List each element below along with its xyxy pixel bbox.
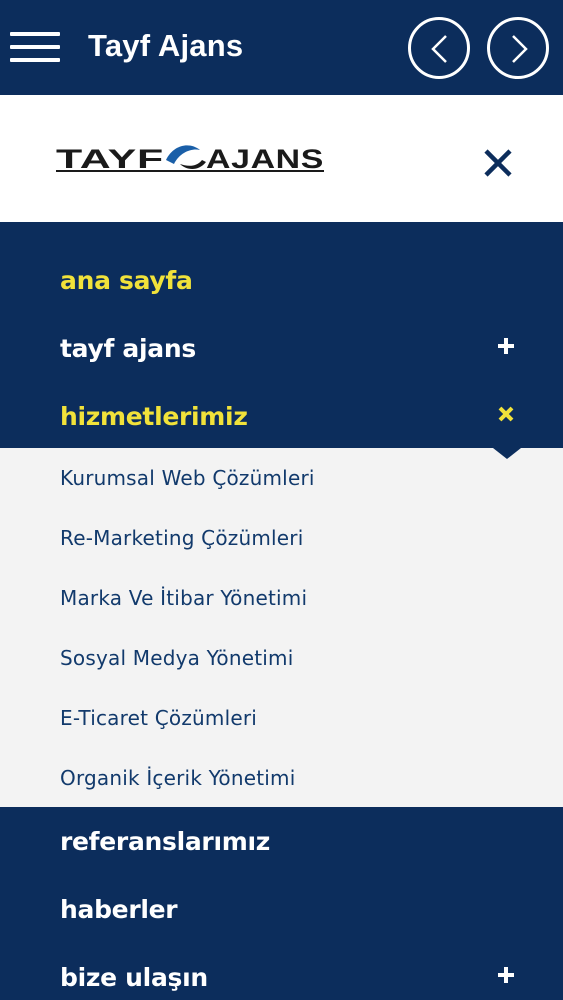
svg-text:AJANS: AJANS [206,144,324,174]
menu-item-bize-ulasin[interactable]: bize ulaşın [0,943,563,1000]
next-button[interactable] [487,17,549,79]
plus-icon[interactable] [496,336,516,356]
chevron-right-icon [512,35,528,63]
tayf-ajans-logo[interactable]: TAYF AJANS [56,140,326,178]
prev-button[interactable] [408,17,470,79]
submenu-hizmetlerimiz: Kurumsal Web Çözümleri Re-Marketing Çözü… [0,448,563,807]
menu-item-label: hizmetlerimiz [60,402,248,431]
menu-item-label: bize ulaşın [60,963,208,992]
menu-item-referanslarimiz[interactable]: referanslarımız [0,807,563,875]
submenu-item[interactable]: Kurumsal Web Çözümleri [60,466,315,490]
menu-item-label: referanslarımız [60,827,271,856]
menu-item-label: haberler [60,895,178,924]
plus-icon[interactable] [496,965,516,985]
submenu-item[interactable]: Marka Ve İtibar Yönetimi [60,586,307,610]
chevron-left-icon [431,35,447,63]
menu-item-ana-sayfa[interactable]: ana sayfa [0,246,563,314]
close-icon[interactable] [482,147,514,179]
app-title: Tayf Ajans [88,28,244,63]
menu-item-label: ana sayfa [60,266,193,295]
drawer-header: TAYF AJANS [0,95,563,222]
submenu-pointer [493,448,521,459]
svg-text:TAYF: TAYF [56,144,164,174]
submenu-item[interactable]: Sosyal Medya Yönetimi [60,646,293,670]
submenu-item[interactable]: Re-Marketing Çözümleri [60,526,303,550]
submenu-item[interactable]: Organik İçerik Yönetimi [60,766,295,790]
app-bar: Tayf Ajans [0,0,563,95]
collapse-icon[interactable] [496,404,516,424]
menu-item-hizmetlerimiz[interactable]: hizmetlerimiz [0,382,563,448]
submenu-item[interactable]: E-Ticaret Çözümleri [60,706,257,730]
menu-item-label: tayf ajans [60,334,196,363]
menu-item-tayf-ajans[interactable]: tayf ajans [0,314,563,382]
hamburger-icon[interactable] [10,30,60,64]
menu-item-haberler[interactable]: haberler [0,875,563,943]
